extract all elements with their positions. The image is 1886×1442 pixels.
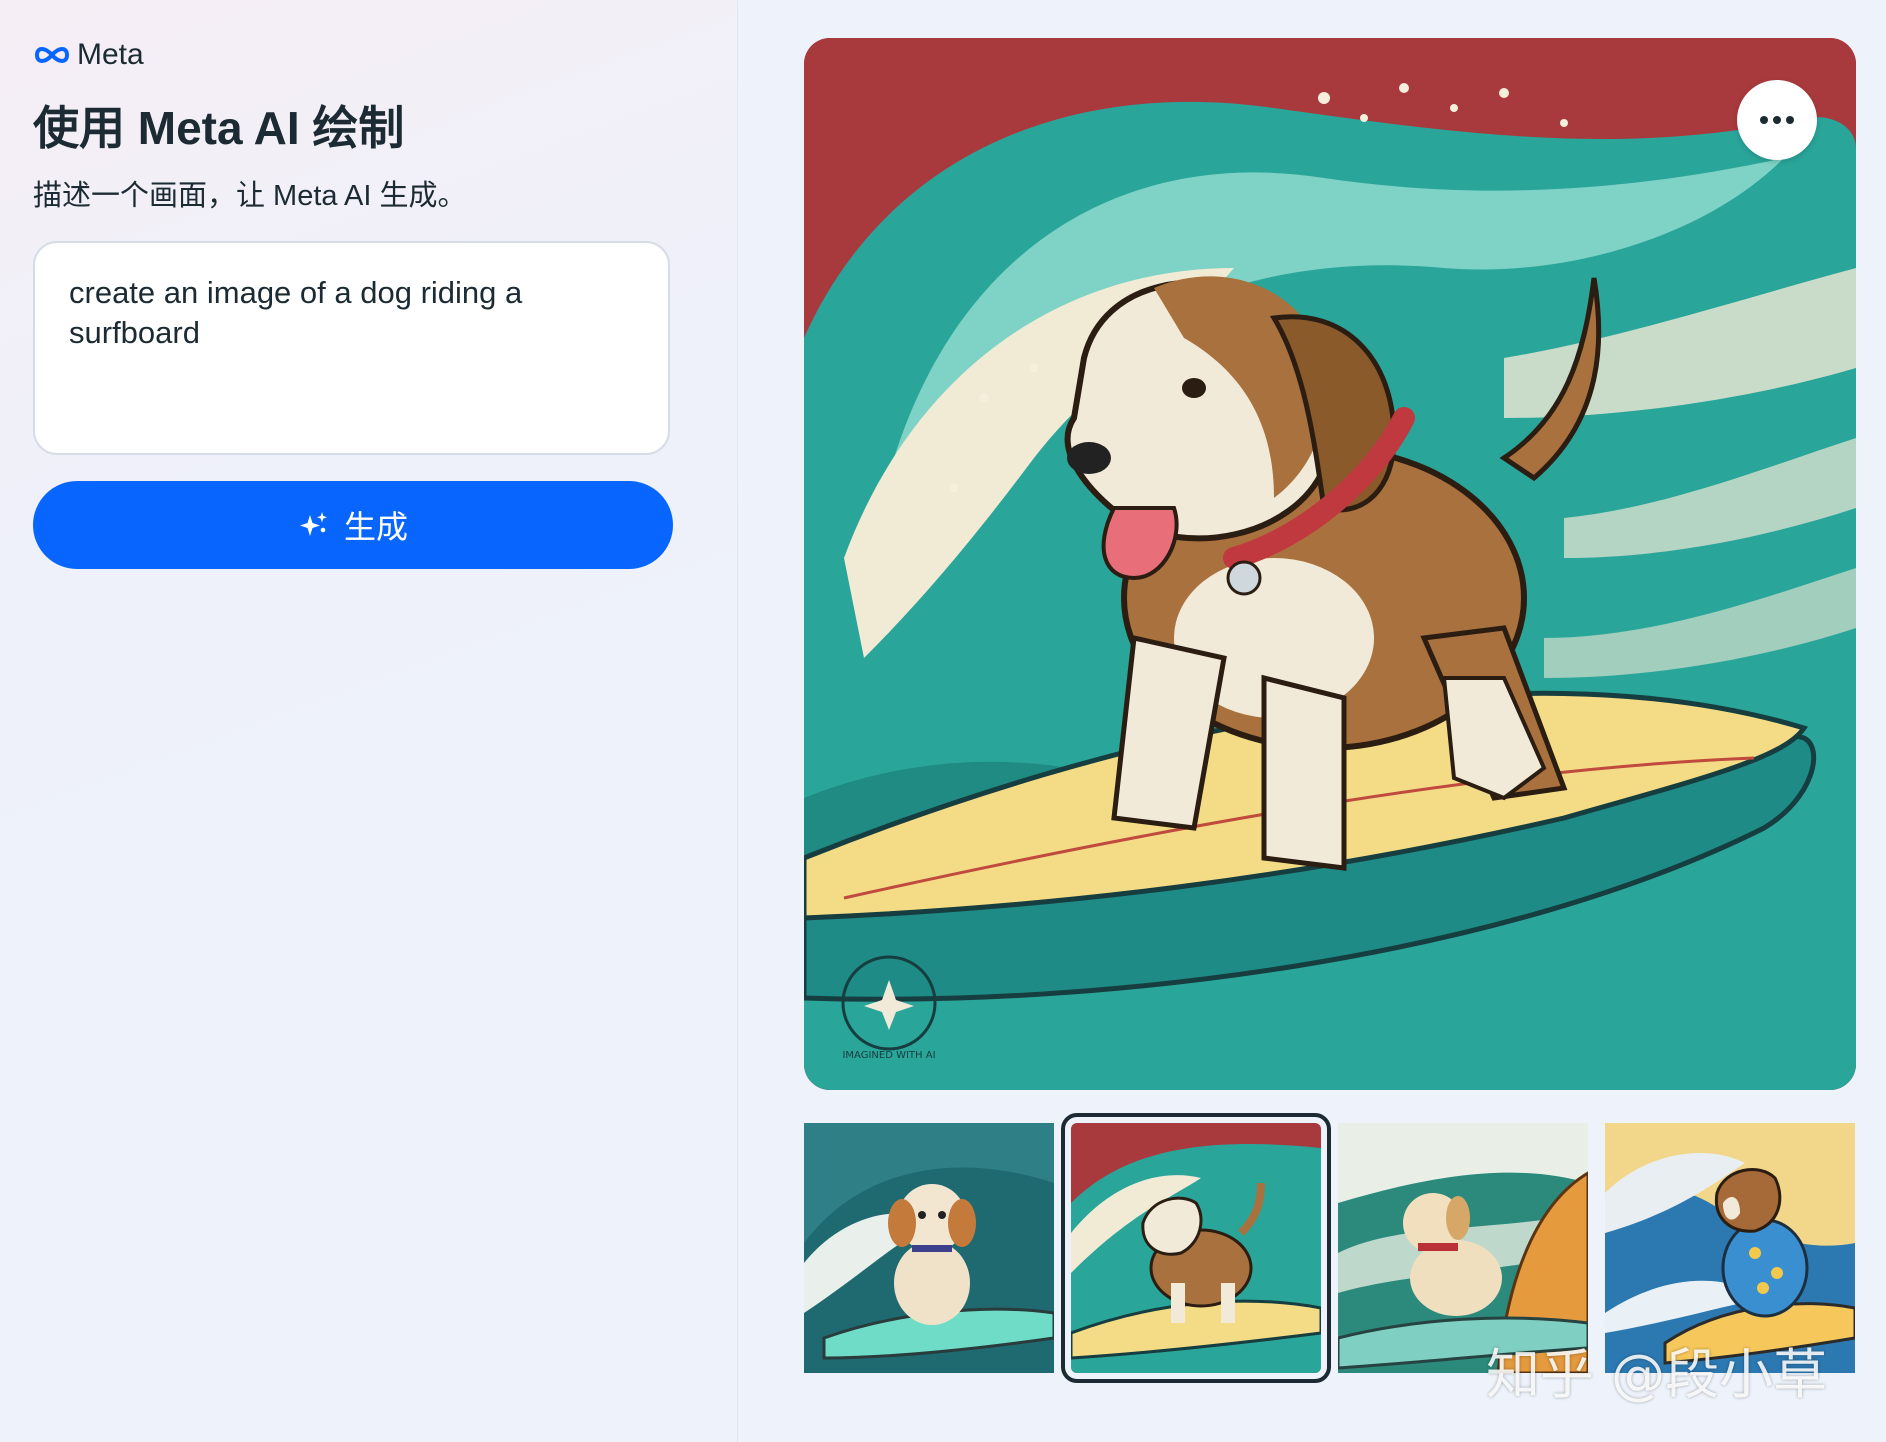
page-subtitle: 描述一个画面，让 Meta AI 生成。	[33, 180, 467, 212]
generate-button-label: 生成	[343, 509, 408, 545]
more-options-button[interactable]	[1737, 80, 1817, 160]
left-panel: Meta 使用 Meta AI 绘制 描述一个画面，让 Meta AI 生成。 …	[0, 0, 738, 1442]
prompt-input[interactable]: create an image of a dog riding a surfbo…	[33, 241, 670, 455]
generated-image-main[interactable]: IMAGINED WITH AI	[804, 38, 1856, 1090]
thumbnail-1[interactable]	[804, 1123, 1054, 1373]
watermark-text: 知乎 @段小草	[1486, 1343, 1828, 1406]
thumbnail-2[interactable]	[1061, 1113, 1331, 1383]
brand-name: Meta	[77, 38, 144, 71]
meta-infinity-logo-icon	[34, 47, 70, 63]
imagined-with-ai-badge: IMAGINED WITH AI	[842, 1050, 935, 1061]
dog-surfing-illustration: IMAGINED WITH AI	[804, 38, 1856, 1090]
more-horizontal-icon	[1760, 116, 1794, 124]
page-title: 使用 Meta AI 绘制	[33, 102, 405, 154]
generate-button[interactable]: 生成	[33, 481, 673, 569]
thumbnail-2-image	[1071, 1123, 1321, 1373]
sparkle-icon	[299, 512, 327, 536]
thumbnail-1-image	[804, 1123, 1054, 1373]
meta-brand[interactable]: Meta	[33, 38, 144, 72]
